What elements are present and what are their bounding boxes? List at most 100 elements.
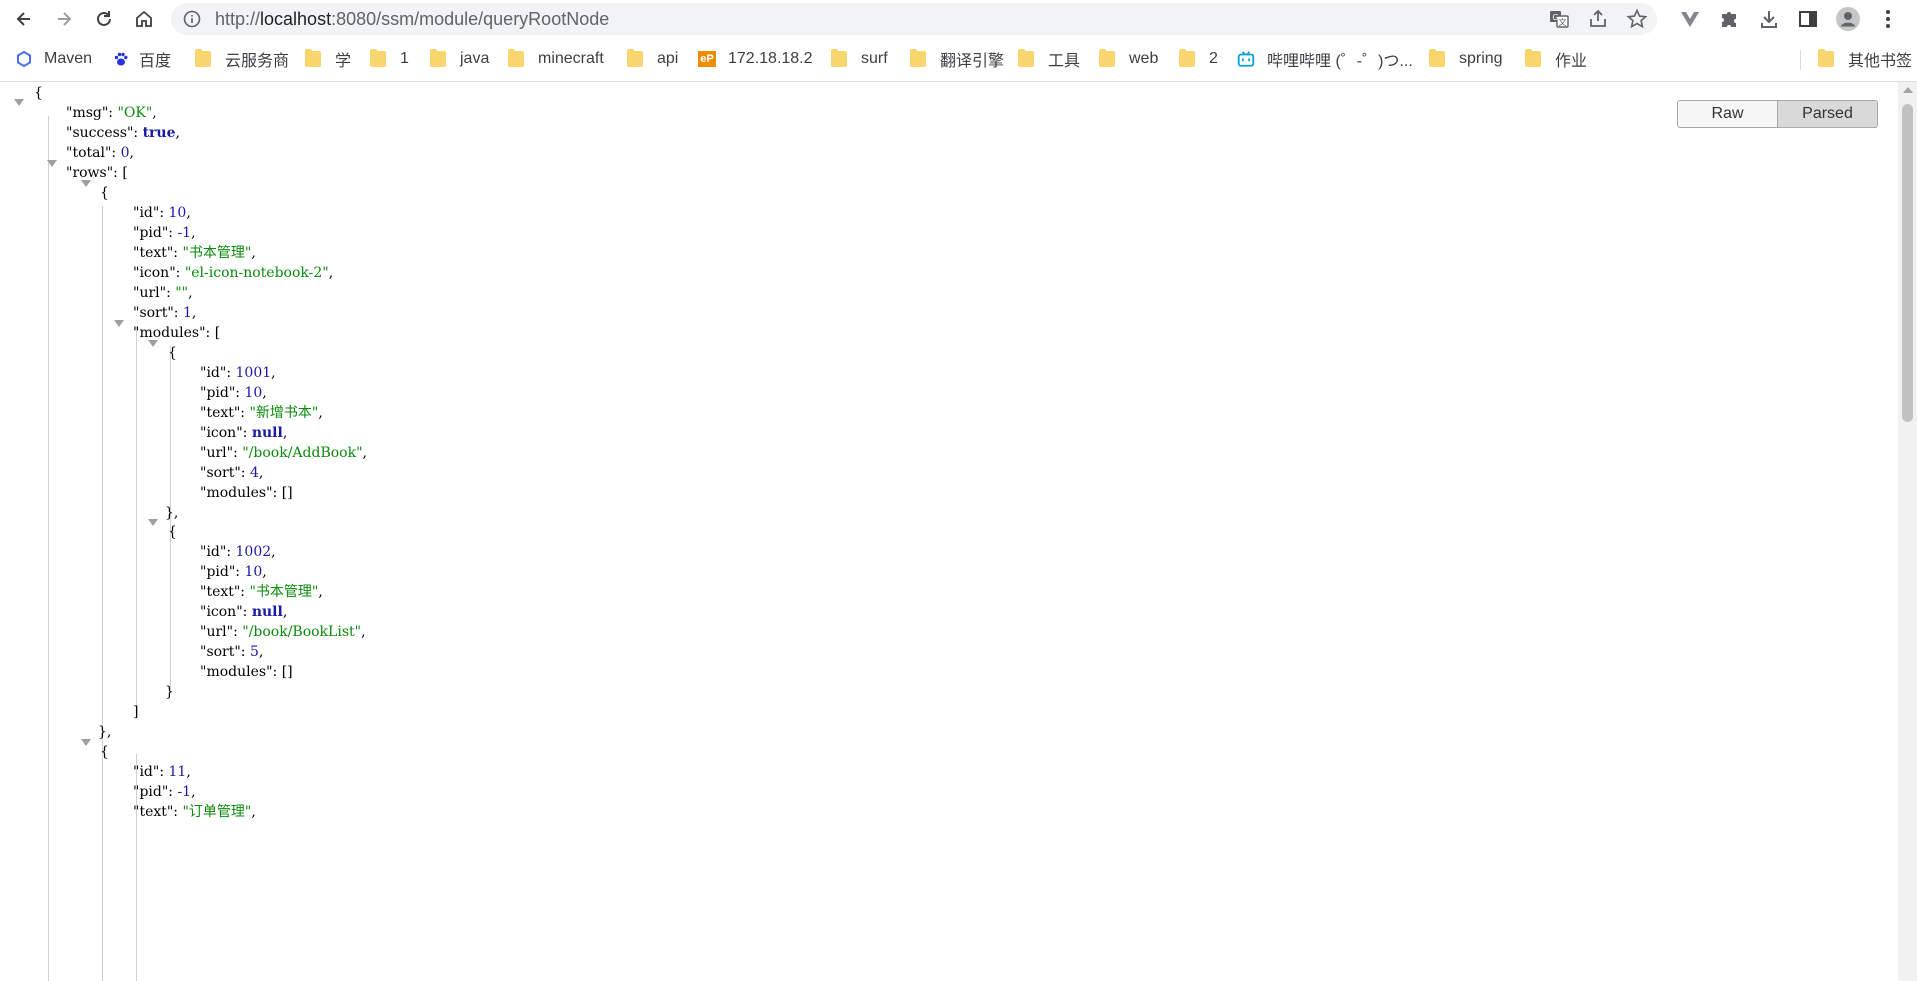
bookmark-folder-minecraft[interactable]: minecraft xyxy=(508,48,604,70)
folder-icon xyxy=(1179,49,1195,67)
json-module0-text: "text": "新增书本", xyxy=(200,405,323,421)
json-row0-close: }, xyxy=(98,724,112,740)
side-panel-icon[interactable] xyxy=(1797,8,1819,30)
json-module0-open: { xyxy=(168,345,177,361)
back-button[interactable] xyxy=(10,5,38,33)
reload-icon xyxy=(97,11,111,26)
svg-text:文: 文 xyxy=(1559,17,1567,27)
json-root-open: { xyxy=(34,85,43,101)
bookmark-folder-java[interactable]: java xyxy=(430,48,489,70)
json-row0-open: { xyxy=(100,185,109,201)
bookmark-folder-1[interactable]: 1 xyxy=(370,48,409,70)
raw-button[interactable]: Raw xyxy=(1677,100,1778,128)
collapse-rows-toggle[interactable] xyxy=(47,160,57,167)
bookmark-ip[interactable]: eP 172.18.18.2 xyxy=(698,48,813,70)
json-module1-modules: "modules": [] xyxy=(200,664,293,680)
parsed-button[interactable]: Parsed xyxy=(1778,100,1878,128)
json-row0-modules-close: ] xyxy=(133,704,139,720)
json-module1-icon: "icon": null, xyxy=(200,604,288,620)
json-module1-pid: "pid": 10, xyxy=(200,564,267,580)
json-row1-text: "text": "订单管理", xyxy=(133,804,256,820)
share-icon[interactable] xyxy=(1587,8,1609,30)
ep-badge-icon: eP xyxy=(698,51,716,67)
profile-avatar-icon[interactable] xyxy=(1836,7,1860,31)
bookmark-folder-web[interactable]: web xyxy=(1099,48,1158,70)
bilibili-tv-icon xyxy=(1237,51,1255,67)
bookmark-folder-translate[interactable]: 翻译引擎 xyxy=(910,48,1004,70)
forward-arrow-icon xyxy=(58,12,72,26)
json-module0-id: "id": 1001, xyxy=(200,365,276,381)
bookmark-folder-tools[interactable]: 工具 xyxy=(1018,48,1080,70)
maven-hexagon-icon xyxy=(17,51,31,67)
translate-icon[interactable]: 文G xyxy=(1548,8,1570,30)
json-module1-id: "id": 1002, xyxy=(200,544,276,560)
folder-icon xyxy=(370,49,386,67)
forward-button[interactable] xyxy=(50,5,78,33)
download-icon[interactable] xyxy=(1758,8,1780,30)
home-icon xyxy=(136,10,152,27)
bookmark-folder-learn[interactable]: 学 xyxy=(305,48,351,70)
browser-toolbar: http://localhost:8080/ssm/module/queryRo… xyxy=(0,0,1917,38)
reload-button[interactable] xyxy=(90,5,118,33)
bookmark-folder-homework[interactable]: 作业 xyxy=(1525,48,1587,70)
json-row0-id: "id": 10, xyxy=(133,205,191,221)
json-module1-url: "url": "/book/BookList", xyxy=(200,624,366,640)
menu-kebab-icon[interactable] xyxy=(1877,8,1899,30)
collapse-module0-toggle[interactable] xyxy=(148,340,158,347)
folder-icon xyxy=(831,49,847,67)
bookmarks-separator xyxy=(1800,50,1801,70)
bookmark-folder-api[interactable]: api xyxy=(627,48,678,70)
folder-icon xyxy=(1429,49,1445,67)
json-line-rows: "rows": [ xyxy=(66,165,128,181)
json-row0-url: "url": "", xyxy=(133,285,193,301)
back-arrow-icon xyxy=(16,12,30,26)
site-info-icon[interactable] xyxy=(183,10,201,28)
collapse-root-toggle[interactable] xyxy=(14,99,24,106)
folder-icon xyxy=(910,49,926,67)
json-row1-open: { xyxy=(100,744,109,760)
json-line-msg: "msg": "OK", xyxy=(66,105,157,121)
scroll-up-arrow-icon[interactable] xyxy=(1903,87,1913,93)
json-module0-pid: "pid": 10, xyxy=(200,385,267,401)
bookmark-maven[interactable]: Maven xyxy=(16,48,92,70)
folder-icon xyxy=(627,49,643,67)
indent-guide xyxy=(48,116,49,981)
json-module0-sort: "sort": 4, xyxy=(200,465,264,481)
bookmark-folder-2[interactable]: 2 xyxy=(1179,48,1218,70)
bookmark-other-folder[interactable]: 其他书签 xyxy=(1818,48,1912,70)
address-bar[interactable]: http://localhost:8080/ssm/module/queryRo… xyxy=(171,3,1657,35)
json-module1-text: "text": "书本管理", xyxy=(200,584,323,600)
scrollbar-thumb[interactable] xyxy=(1902,104,1913,422)
json-module0-modules: "modules": [] xyxy=(200,485,293,501)
json-line-total: "total": 0, xyxy=(66,145,134,161)
collapse-module1-toggle[interactable] xyxy=(148,519,158,526)
folder-icon xyxy=(305,49,321,67)
url-text[interactable]: http://localhost:8080/ssm/module/queryRo… xyxy=(215,3,609,35)
indent-guide xyxy=(102,206,103,981)
bookmark-bilibili[interactable]: 哔哩哔哩 (゜-゜)つ... xyxy=(1237,48,1413,70)
collapse-row0-toggle[interactable] xyxy=(81,180,91,187)
folder-icon xyxy=(1525,49,1541,67)
bookmark-folder-cloud[interactable]: 云服务商 xyxy=(195,48,289,70)
collapse-row1-toggle[interactable] xyxy=(81,739,91,746)
home-button[interactable] xyxy=(130,5,158,33)
extensions-puzzle-icon[interactable] xyxy=(1718,8,1740,30)
bookmark-folder-spring[interactable]: spring xyxy=(1429,48,1503,70)
json-row0-text: "text": "书本管理", xyxy=(133,245,256,261)
json-module1-open: { xyxy=(168,524,177,540)
indent-guide xyxy=(136,326,137,710)
json-row0-sort: "sort": 1, xyxy=(133,305,197,321)
bookmark-baidu[interactable]: 百度 xyxy=(113,48,171,70)
bookmark-folder-surf[interactable]: surf xyxy=(831,48,888,70)
bookmarks-bar: Maven 百度 云服务商 学 1 java minecraft api eP … xyxy=(0,38,1917,82)
vue-devtools-icon[interactable] xyxy=(1679,8,1701,30)
json-row1-id: "id": 11, xyxy=(133,764,191,780)
folder-icon xyxy=(1018,49,1034,67)
collapse-row0-modules-toggle[interactable] xyxy=(114,320,124,327)
baidu-paw-icon xyxy=(114,52,128,66)
json-module0-url: "url": "/book/AddBook", xyxy=(200,445,367,461)
bookmark-star-icon[interactable] xyxy=(1626,8,1648,30)
vertical-scrollbar[interactable] xyxy=(1898,82,1917,981)
folder-icon xyxy=(1818,49,1834,67)
folder-icon xyxy=(1099,49,1115,67)
